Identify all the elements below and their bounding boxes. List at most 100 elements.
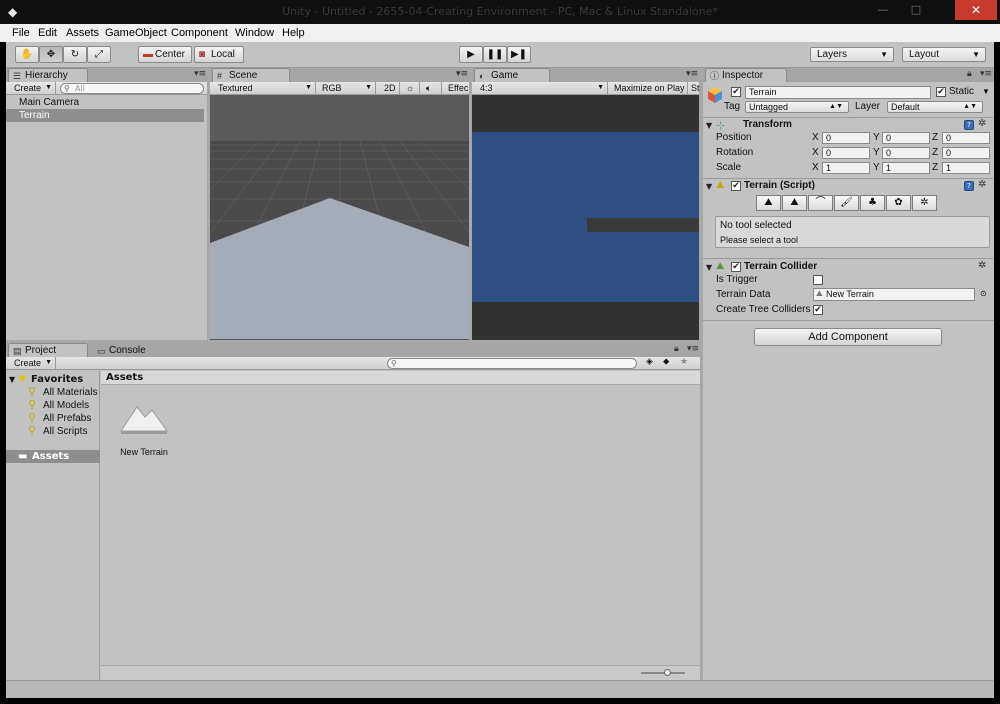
filter-by-type-icon[interactable]: ◈ [646, 357, 653, 367]
aspect-ratio-dropdown[interactable]: 4:3 ▼ [476, 82, 608, 94]
position-x-field[interactable]: 0 [822, 132, 870, 144]
toggle-2d-button[interactable]: 2D [380, 82, 400, 94]
place-trees-button[interactable]: ♣ [860, 195, 885, 211]
tab-console[interactable]: ▭ Console [92, 343, 164, 357]
panel-menu-icon[interactable]: ▾≡ [456, 69, 468, 79]
pivot-center-button[interactable]: ▬ Center [138, 46, 192, 63]
scene-lighting-toggle[interactable]: ☼ [402, 82, 420, 94]
position-y-field[interactable]: 0 [882, 132, 930, 144]
tab-scene[interactable]: # Scene [212, 68, 290, 82]
add-component-button[interactable]: Add Component [754, 328, 942, 346]
menu-component[interactable]: Component [171, 27, 228, 39]
terrain-collider-header[interactable]: ▼ ⛰︎ ✔ Terrain Collider ✲ [703, 258, 993, 273]
panel-menu-icon[interactable]: ▾≡ [687, 344, 699, 354]
stats-toggle[interactable]: St [690, 82, 700, 94]
menu-file[interactable]: File [12, 27, 30, 39]
help-book-icon[interactable]: ? [964, 181, 974, 191]
scene-audio-toggle[interactable]: 🔈︎ [422, 82, 442, 94]
terrain-script-enabled-checkbox[interactable]: ✔ [731, 181, 741, 191]
tab-game[interactable]: ◐ Game [474, 68, 550, 82]
terrain-data-field[interactable]: ⛰︎ New Terrain [813, 288, 975, 301]
hierarchy-item-terrain[interactable]: Terrain [6, 109, 204, 122]
layers-dropdown[interactable]: Layers ▼ [810, 47, 894, 62]
step-button[interactable]: ▶❚ [507, 46, 531, 63]
scene-effects-dropdown[interactable]: Effec [444, 82, 469, 94]
layer-dropdown[interactable]: Default ▲▼ [887, 101, 983, 113]
chevron-down-icon[interactable]: ▼ [982, 87, 990, 96]
rotation-x-field[interactable]: 0 [822, 147, 870, 159]
panel-menu-icon[interactable]: ▾≡ [194, 69, 206, 79]
terrain-settings-button[interactable]: ✲ [912, 195, 937, 211]
paint-height-button[interactable]: ⛰︎ [782, 195, 807, 211]
tab-project[interactable]: ▤ Project [8, 343, 88, 357]
layout-dropdown[interactable]: Layout ▼ [902, 47, 986, 62]
paint-details-button[interactable]: ✿ [886, 195, 911, 211]
hierarchy-create-dropdown[interactable]: Create ▼ [10, 82, 56, 94]
breadcrumb-assets[interactable]: Assets [106, 372, 143, 383]
rotate-tool-button[interactable]: ↻ [63, 46, 87, 63]
scene-viewport[interactable] [210, 95, 469, 339]
menu-help[interactable]: Help [282, 27, 305, 39]
favorite-all-prefabs[interactable]: ⚲ All Prefabs [28, 412, 91, 425]
minimize-button[interactable]: — [876, 0, 890, 20]
favorite-all-materials[interactable]: ⚲ All Materials [28, 386, 97, 399]
maximize-button[interactable]: □ [908, 0, 924, 20]
object-picker-icon[interactable]: ⊙ [980, 289, 987, 298]
maximize-on-play-toggle[interactable]: Maximize on Play [610, 82, 688, 94]
panel-menu-icon[interactable]: ▾≡ [980, 69, 992, 79]
terrain-script-header[interactable]: ▼ ⛰︎ ✔ Terrain (Script) ? ✲ [703, 178, 993, 193]
rotation-z-field[interactable]: 0 [942, 147, 990, 159]
hierarchy-search-input[interactable]: ⚲ All [60, 83, 204, 94]
tag-dropdown[interactable]: Untagged ▲▼ [745, 101, 849, 113]
render-mode-dropdown[interactable]: RGB ▼ [318, 82, 376, 94]
play-button[interactable]: ▶ [459, 46, 483, 63]
pause-button[interactable]: ❚❚ [483, 46, 507, 63]
lock-icon[interactable]: 🔒︎ [967, 69, 972, 79]
scale-tool-button[interactable]: ⤢ [87, 46, 111, 63]
object-name-input[interactable]: Terrain [745, 86, 931, 99]
menu-assets[interactable]: Assets [66, 27, 99, 39]
scale-z-field[interactable]: 1 [942, 162, 990, 174]
smooth-height-button[interactable]: ⌒ [808, 195, 833, 211]
terrain-collider-enabled-checkbox[interactable]: ✔ [731, 262, 741, 272]
gear-icon[interactable]: ✲ [978, 118, 986, 129]
project-create-dropdown[interactable]: Create ▼ [10, 357, 56, 369]
scale-y-field[interactable]: 1 [882, 162, 930, 174]
gear-icon[interactable]: ✲ [978, 179, 986, 190]
menu-window[interactable]: Window [235, 27, 274, 39]
icon-size-slider[interactable] [641, 672, 685, 674]
close-button[interactable]: ✕ [955, 0, 997, 20]
lock-icon[interactable]: 🔒︎ [674, 344, 679, 354]
tab-inspector[interactable]: ⓘ Inspector [705, 68, 787, 82]
transform-header[interactable]: ▼ ⊹ Transform ? ✲ [703, 117, 993, 132]
raise-lower-terrain-button[interactable]: ⛰︎ [756, 195, 781, 211]
menu-gameobject[interactable]: GameObject [105, 27, 167, 39]
tab-hierarchy[interactable]: ☰ Hierarchy [8, 68, 88, 82]
hierarchy-item-main-camera[interactable]: Main Camera [6, 96, 204, 109]
static-checkbox[interactable]: ✔ [936, 87, 946, 97]
pivot-local-button[interactable]: ◙ Local [194, 46, 244, 63]
terrain-tool-bar: ⛰︎ ⛰︎ ⌒ 🖌︎ ♣ ✿ ✲ [756, 195, 941, 212]
scale-x-field[interactable]: 1 [822, 162, 870, 174]
gear-icon[interactable]: ✲ [978, 260, 986, 271]
help-book-icon[interactable]: ? [964, 120, 974, 130]
slider-handle[interactable] [664, 669, 671, 676]
is-trigger-checkbox[interactable] [813, 275, 823, 285]
assets-folder-item[interactable]: ▬ Assets [6, 450, 100, 463]
active-checkbox[interactable]: ✔ [731, 87, 741, 97]
menu-edit[interactable]: Edit [38, 27, 57, 39]
project-search-input[interactable]: ⚲ [387, 358, 637, 369]
favorites-foldout[interactable]: ▼ ★ Favorites [9, 372, 83, 386]
favorite-all-scripts[interactable]: ⚲ All Scripts [28, 425, 87, 438]
shading-mode-dropdown[interactable]: Textured ▼ [214, 82, 316, 94]
position-z-field[interactable]: 0 [942, 132, 990, 144]
filter-by-label-icon[interactable]: ⬥ [663, 357, 669, 367]
paint-texture-button[interactable]: 🖌︎ [834, 195, 859, 211]
hand-tool-button[interactable]: ✋ [15, 46, 39, 63]
create-tree-colliders-checkbox[interactable]: ✔ [813, 305, 823, 315]
move-tool-button[interactable]: ✥ [39, 46, 63, 63]
favorite-all-models[interactable]: ⚲ All Models [28, 399, 89, 412]
panel-menu-icon[interactable]: ▾≡ [686, 69, 698, 79]
favorite-star-icon[interactable]: ★ [680, 357, 688, 367]
rotation-y-field[interactable]: 0 [882, 147, 930, 159]
